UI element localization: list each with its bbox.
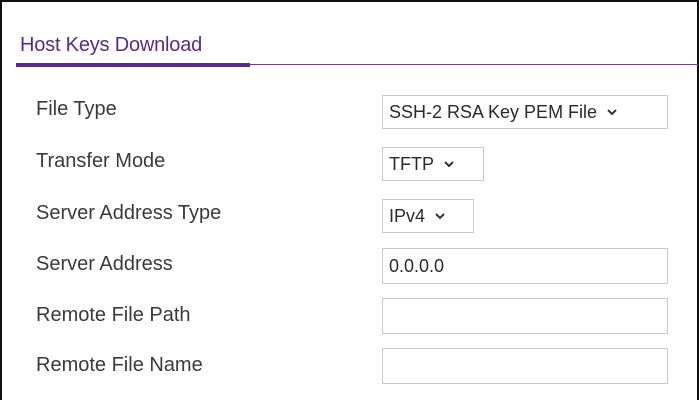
chevron-down-icon bbox=[605, 105, 619, 119]
remote-file-name-input[interactable] bbox=[389, 355, 667, 377]
panel-title: Host Keys Download bbox=[20, 34, 203, 56]
transfer-mode-value: TFTP bbox=[389, 153, 434, 174]
host-keys-download-panel: Host Keys Download File Type SSH-2 RSA K… bbox=[0, 0, 699, 400]
file-type-select[interactable]: SSH-2 RSA Key PEM File bbox=[382, 95, 668, 129]
remote-file-path-input[interactable] bbox=[389, 305, 667, 327]
remote-file-path-field[interactable] bbox=[382, 298, 668, 334]
server-address-label: Server Address bbox=[36, 253, 173, 275]
chevron-down-icon bbox=[442, 157, 456, 171]
chevron-down-icon bbox=[433, 209, 447, 223]
remote-file-name-label: Remote File Name bbox=[36, 354, 203, 376]
file-type-label: File Type bbox=[36, 98, 117, 120]
server-address-type-label: Server Address Type bbox=[36, 202, 222, 224]
file-type-value: SSH-2 RSA Key PEM File bbox=[389, 101, 598, 122]
title-underline-accent bbox=[16, 63, 250, 67]
server-address-type-value: IPv4 bbox=[389, 205, 426, 226]
server-address-input[interactable] bbox=[389, 255, 667, 277]
transfer-mode-label: Transfer Mode bbox=[36, 150, 166, 172]
server-address-field[interactable] bbox=[382, 248, 668, 284]
transfer-mode-select[interactable]: TFTP bbox=[382, 147, 484, 181]
remote-file-name-field[interactable] bbox=[382, 348, 668, 384]
server-address-type-select[interactable]: IPv4 bbox=[382, 199, 474, 233]
remote-file-path-label: Remote File Path bbox=[36, 304, 191, 326]
